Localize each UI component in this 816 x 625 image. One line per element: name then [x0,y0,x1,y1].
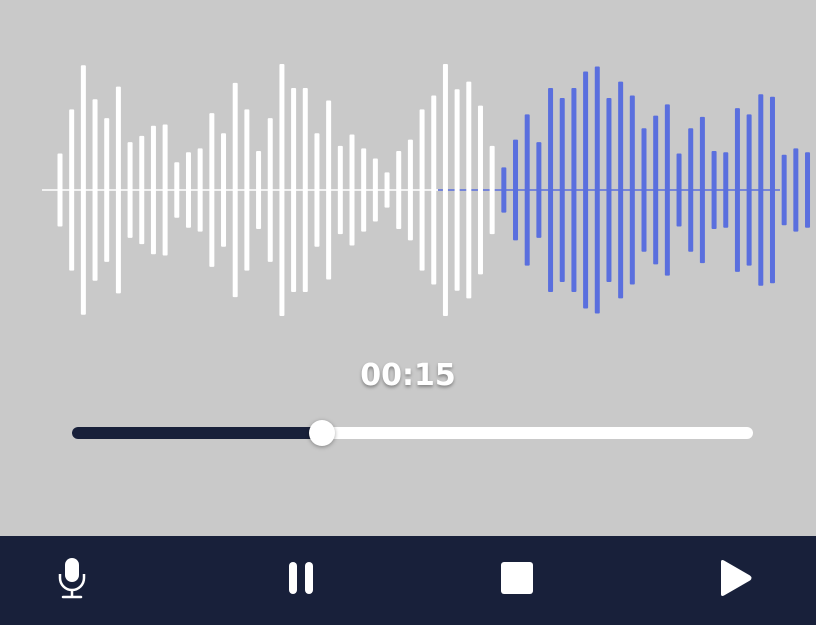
waveform-bar [407,139,413,241]
waveform-bar [559,98,565,282]
audio-recorder: 00:15 [0,0,816,625]
waveform-bar [256,150,262,230]
waveform-bar [279,64,285,316]
waveform-bar [302,87,308,293]
waveform-bar [314,133,320,247]
waveform-bar [326,100,332,280]
waveform-bar [104,118,110,262]
waveform-bar [291,87,297,293]
microphone-icon [54,556,90,605]
waveform-bar [221,133,227,247]
waveform-bar [571,87,577,293]
waveform-bar [384,172,390,208]
waveform-bar [734,108,740,272]
waveform-bar [267,118,273,262]
waveform-bar [442,64,448,316]
slider-fill [72,427,322,439]
waveform-bar [361,148,367,232]
waveform-bar [489,145,495,235]
waveform-bar [150,125,156,255]
waveform-bar [513,139,519,241]
controls-toolbar [0,536,816,625]
waveform-bar [431,95,437,285]
waveform-bar [723,152,729,228]
waveform-bar [618,81,624,299]
waveform-bar [174,162,180,218]
waveform-bar [699,116,705,264]
waveform-bar [629,95,635,285]
waveform-bar [127,142,133,238]
waveform-bar [454,89,460,291]
waveform-bar [244,109,250,271]
waveform-bar [466,81,472,299]
waveform-bar [209,113,215,267]
pause-button[interactable] [276,555,326,605]
waveform-bar [524,114,530,266]
waveform-bar [769,96,775,284]
waveform-bar [232,82,238,298]
waveform-bar [548,87,554,293]
waveform-bar [758,94,764,286]
waveform-bar [536,142,542,238]
waveform-svg [42,64,811,316]
waveform-bar [80,65,86,315]
waveform-bar [57,153,63,227]
waveform-bar [197,148,203,232]
waveform-bar [746,114,752,266]
waveform-bar [594,66,600,314]
progress-slider[interactable] [72,420,753,446]
pause-icon [286,560,316,601]
waveform-bar [372,158,378,222]
play-icon [717,559,753,602]
waveform-bar [419,109,425,271]
waveform-bar [337,145,343,235]
waveform-bar [711,150,717,230]
waveform-bar [653,115,659,265]
waveform-bar [688,128,694,252]
stop-button[interactable] [492,555,542,605]
waveform-bar [676,153,682,227]
waveform-bar [92,99,98,281]
record-button[interactable] [47,555,97,605]
waveform-bar [501,167,507,213]
waveform [0,0,816,330]
waveform-bar [162,124,168,256]
waveform-bar [139,135,145,245]
waveform-bar [805,152,811,228]
waveform-bar [185,152,191,228]
waveform-bar [69,109,75,271]
slider-knob[interactable] [308,420,335,446]
waveform-bar [115,86,121,294]
waveform-bar [664,104,670,276]
waveform-bar [641,128,647,252]
waveform-bar [396,150,402,230]
waveform-bar [781,154,787,226]
stop-icon [500,561,534,600]
waveform-bar [583,71,589,309]
waveform-bar [477,105,483,275]
waveform-bar [349,134,355,246]
waveform-bar [793,148,799,232]
elapsed-time: 00:15 [360,358,456,393]
play-button[interactable] [710,555,760,605]
waveform-bar [606,98,612,282]
